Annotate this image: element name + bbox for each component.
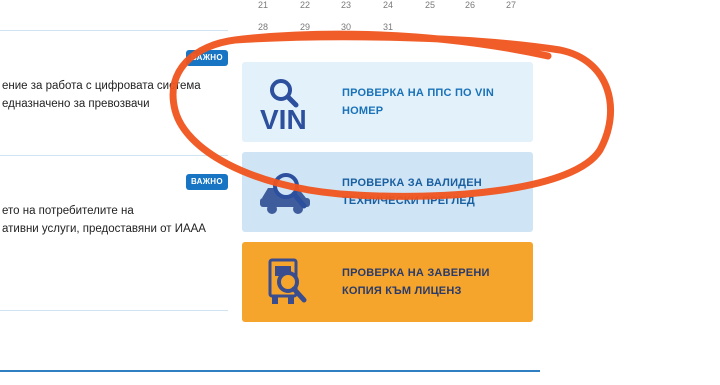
technical-inspection-card[interactable]: ПРОВЕРКА ЗА ВАЛИДЕН ТЕХНИЧЕСКИ ПРЕГЛЕД — [242, 152, 533, 232]
news-title-line: ативни услуги, предоставяни от ИААА — [2, 223, 206, 235]
calendar-day[interactable]: 30 — [331, 22, 361, 32]
card-label-line: КОПИЯ КЪМ ЛИЦЕНЗ — [342, 285, 462, 297]
license-copy-card[interactable]: ПРОВЕРКА НА ЗАВЕРЕНИ КОПИЯ КЪМ ЛИЦЕНЗ — [242, 242, 533, 322]
news-title-line: ение за работа с цифровата система — [2, 80, 201, 92]
calendar-day[interactable]: 22 — [290, 0, 320, 10]
important-badge: ВАЖНО — [186, 50, 228, 66]
card-label-line: ТЕХНИЧЕСКИ ПРЕГЛЕД — [342, 195, 475, 207]
news-item[interactable]: ВАЖНО ето на потребителите на ативни усл… — [0, 155, 230, 310]
news-title-line: едназначено за превозвачи — [2, 98, 150, 110]
important-badge: ВАЖНО — [186, 174, 228, 190]
news-title-line: ето на потребителите на — [2, 205, 134, 217]
calendar-day[interactable]: 23 — [331, 0, 361, 10]
section-bottom-border — [0, 370, 540, 372]
news-item[interactable]: ВАЖНО ение за работа с цифровата система… — [0, 30, 230, 155]
calendar-day[interactable]: 21 — [248, 0, 278, 10]
calendar-day[interactable]: 31 — [373, 22, 403, 32]
news-divider — [0, 310, 228, 311]
vin-check-label: ПРОВЕРКА НА ППС ПО VIN НОМЕР — [342, 84, 494, 120]
calendar-week-row: 28 29 30 31 — [240, 22, 540, 34]
calendar-day[interactable]: 27 — [496, 0, 526, 10]
news-title[interactable]: ето на потребителите на ативни услуги, п… — [2, 202, 206, 238]
calendar-week-row: 21 22 23 24 25 26 27 — [240, 0, 540, 12]
vin-icon-text: VIN — [260, 104, 307, 132]
calendar-day[interactable]: 26 — [455, 0, 485, 10]
news-title[interactable]: ение за работа с цифровата система едназ… — [2, 77, 201, 113]
calendar-day[interactable]: 29 — [290, 22, 320, 32]
calendar-day[interactable]: 24 — [373, 0, 403, 10]
calendar-day[interactable]: 28 — [248, 22, 278, 32]
car-search-icon — [258, 164, 318, 227]
truck-search-icon — [258, 254, 318, 317]
vin-search-icon: VIN — [258, 74, 318, 137]
technical-inspection-label: ПРОВЕРКА ЗА ВАЛИДЕН ТЕХНИЧЕСКИ ПРЕГЛЕД — [342, 174, 482, 210]
card-label-line: ПРОВЕРКА НА ППС ПО VIN — [342, 87, 494, 99]
card-label-line: НОМЕР — [342, 105, 384, 117]
card-label-line: ПРОВЕРКА НА ЗАВЕРЕНИ — [342, 267, 490, 279]
calendar-day[interactable]: 25 — [415, 0, 445, 10]
vin-check-card[interactable]: VIN ПРОВЕРКА НА ППС ПО VIN НОМЕР — [242, 62, 533, 142]
card-label-line: ПРОВЕРКА ЗА ВАЛИДЕН — [342, 177, 482, 189]
license-copy-label: ПРОВЕРКА НА ЗАВЕРЕНИ КОПИЯ КЪМ ЛИЦЕНЗ — [342, 264, 490, 300]
